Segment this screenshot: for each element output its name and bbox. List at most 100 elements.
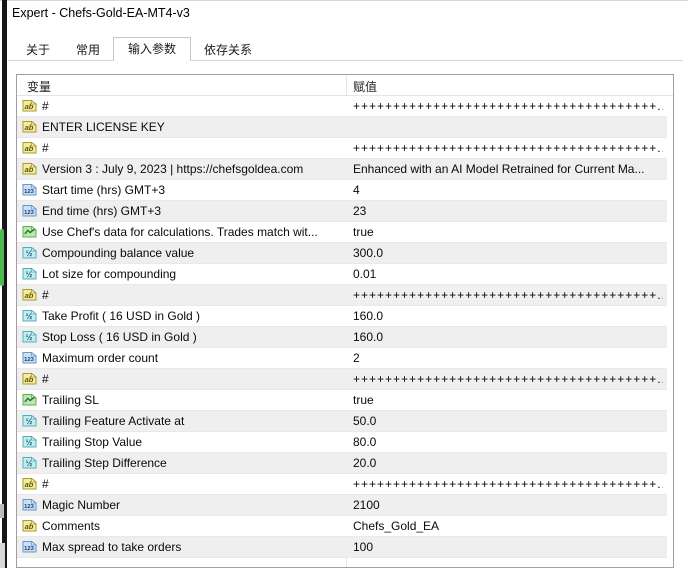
- param-value[interactable]: ++++++++++++++++++++++++++++++++++++++..…: [353, 99, 663, 114]
- svg-text:½: ½: [26, 312, 33, 321]
- param-row[interactable]: 123 Max spread to take orders 100: [17, 537, 667, 558]
- dialog-title: Expert - Chefs-Gold-EA-MT4-v3: [12, 6, 190, 20]
- param-label: #: [42, 288, 342, 303]
- param-row[interactable]: ab # +++++++++++++++++++++++++++++++++++++…: [17, 138, 667, 159]
- param-row[interactable]: ½Trailing Stop Value80.0: [17, 432, 667, 453]
- param-row[interactable]: ½Compounding balance value300.0: [17, 243, 667, 264]
- param-row[interactable]: 123Maximum order count2: [17, 348, 667, 369]
- param-value[interactable]: 100: [353, 540, 663, 555]
- svg-text:½: ½: [26, 417, 33, 426]
- svg-text:½: ½: [26, 249, 33, 258]
- svg-text:ab: ab: [25, 123, 34, 132]
- param-row[interactable]: ab # +++++++++++++++++++++++++++++++++++++…: [17, 285, 667, 306]
- bool-icon: [22, 225, 37, 238]
- svg-text:ab: ab: [25, 102, 34, 111]
- parameters-table: 变量 赋值 ab # +++++++++++++++++++++++++++++++…: [16, 74, 674, 568]
- param-row[interactable]: 123Magic Number2100: [17, 495, 667, 516]
- string-icon: ab: [22, 288, 37, 301]
- svg-text:ab: ab: [25, 144, 34, 153]
- integer-icon: 123: [22, 351, 37, 364]
- param-label: Use Chef's data for calculations. Trades…: [42, 225, 342, 240]
- svg-text:123: 123: [24, 210, 34, 216]
- svg-text:ab: ab: [25, 291, 34, 300]
- param-label: Stop Loss ( 16 USD in Gold ): [42, 330, 342, 345]
- bool-icon: [22, 393, 37, 406]
- param-row[interactable]: ½ Lot size for compounding 0.01: [17, 264, 667, 285]
- param-label: Start time (hrs) GMT+3: [42, 183, 342, 198]
- param-label: Trailing SL: [42, 393, 342, 408]
- param-value[interactable]: 4: [353, 183, 663, 198]
- column-header-variable: 变量: [27, 78, 51, 95]
- param-value[interactable]: 300.0: [353, 246, 663, 261]
- param-label: Trailing Step Difference: [42, 456, 342, 471]
- param-value[interactable]: 23: [353, 204, 663, 219]
- desktop-edge-fragment: [0, 543, 5, 568]
- svg-text:½: ½: [26, 459, 33, 468]
- string-icon: ab: [22, 519, 37, 532]
- param-value[interactable]: true: [353, 393, 663, 408]
- param-value[interactable]: Enhanced with an AI Model Retrained for …: [353, 162, 663, 177]
- string-icon: ab: [22, 99, 37, 112]
- expert-properties-dialog: { "window": { "title": "Expert - Chefs-G…: [0, 0, 688, 568]
- param-row[interactable]: ½ Trailing Step Difference 20.0: [17, 453, 667, 474]
- integer-icon: 123: [22, 183, 37, 196]
- param-value[interactable]: 160.0: [353, 309, 663, 324]
- param-label: #: [42, 477, 342, 492]
- tab-dependencies[interactable]: 依存关系: [191, 40, 265, 61]
- double-icon: ½: [22, 435, 37, 448]
- param-value[interactable]: 50.0: [353, 414, 663, 429]
- desktop-edge-fragment: [0, 504, 4, 518]
- param-label: Trailing Feature Activate at: [42, 414, 342, 429]
- param-value[interactable]: 80.0: [353, 435, 663, 450]
- svg-text:123: 123: [24, 357, 34, 363]
- param-row[interactable]: ½Take Profit ( 16 USD in Gold )160.0: [17, 306, 667, 327]
- svg-text:ab: ab: [25, 165, 34, 174]
- param-value[interactable]: 160.0: [353, 330, 663, 345]
- param-row[interactable]: abVersion 3 : July 9, 2023 | https://che…: [17, 159, 667, 180]
- window-top-border: [0, 0, 688, 1]
- param-row[interactable]: ab#+++++++++++++++++++++++++++++++++++++…: [17, 369, 667, 390]
- param-label: #: [42, 141, 342, 156]
- param-label: #: [42, 99, 342, 114]
- double-icon: ½: [22, 414, 37, 427]
- param-value[interactable]: ++++++++++++++++++++++++++++++++++++++..…: [353, 141, 663, 156]
- string-icon: ab: [22, 372, 37, 385]
- param-value[interactable]: [353, 120, 663, 135]
- tab-common[interactable]: 常用: [63, 40, 113, 61]
- tab-about[interactable]: 关于: [13, 40, 63, 61]
- param-row[interactable]: ab # +++++++++++++++++++++++++++++++++++++…: [17, 474, 667, 495]
- tab-input-parameters[interactable]: 输入参数: [113, 37, 191, 61]
- param-row[interactable]: Use Chef's data for calculations. Trades…: [17, 222, 667, 243]
- param-value[interactable]: Chefs_Gold_EA: [353, 519, 663, 534]
- param-row[interactable]: abCommentsChefs_Gold_EA: [17, 516, 667, 537]
- svg-text:123: 123: [24, 546, 34, 552]
- param-label: Lot size for compounding: [42, 267, 342, 282]
- integer-icon: 123: [22, 540, 37, 553]
- table-body: ab # +++++++++++++++++++++++++++++++++++++…: [17, 96, 673, 558]
- param-row[interactable]: abENTER LICENSE KEY: [17, 117, 667, 138]
- param-row[interactable]: ab # +++++++++++++++++++++++++++++++++++++…: [17, 96, 667, 117]
- string-icon: ab: [22, 477, 37, 490]
- svg-text:½: ½: [26, 270, 33, 279]
- param-row[interactable]: ½ Trailing Feature Activate at 50.0: [17, 411, 667, 432]
- param-row[interactable]: ½ Stop Loss ( 16 USD in Gold ) 160.0: [17, 327, 667, 348]
- param-value[interactable]: ++++++++++++++++++++++++++++++++++++++..…: [353, 477, 663, 492]
- param-value[interactable]: 0.01: [353, 267, 663, 282]
- string-icon: ab: [22, 162, 37, 175]
- double-icon: ½: [22, 309, 37, 322]
- param-value[interactable]: 2: [353, 351, 663, 366]
- double-icon: ½: [22, 456, 37, 469]
- param-row[interactable]: Trailing SL true: [17, 390, 667, 411]
- param-row[interactable]: 123End time (hrs) GMT+323: [17, 201, 667, 222]
- param-value[interactable]: 2100: [353, 498, 663, 513]
- param-value[interactable]: 20.0: [353, 456, 663, 471]
- taskbar-green-indicator: [0, 229, 4, 286]
- param-label: Max spread to take orders: [42, 540, 342, 555]
- param-value[interactable]: true: [353, 225, 663, 240]
- param-row[interactable]: 123 Start time (hrs) GMT+3 4: [17, 180, 667, 201]
- table-header-row: 变量 赋值: [17, 75, 673, 96]
- double-icon: ½: [22, 246, 37, 259]
- param-value[interactable]: ++++++++++++++++++++++++++++++++++++++..…: [353, 288, 663, 303]
- double-icon: ½: [22, 330, 37, 343]
- param-value[interactable]: ++++++++++++++++++++++++++++++++++++++..…: [353, 372, 663, 387]
